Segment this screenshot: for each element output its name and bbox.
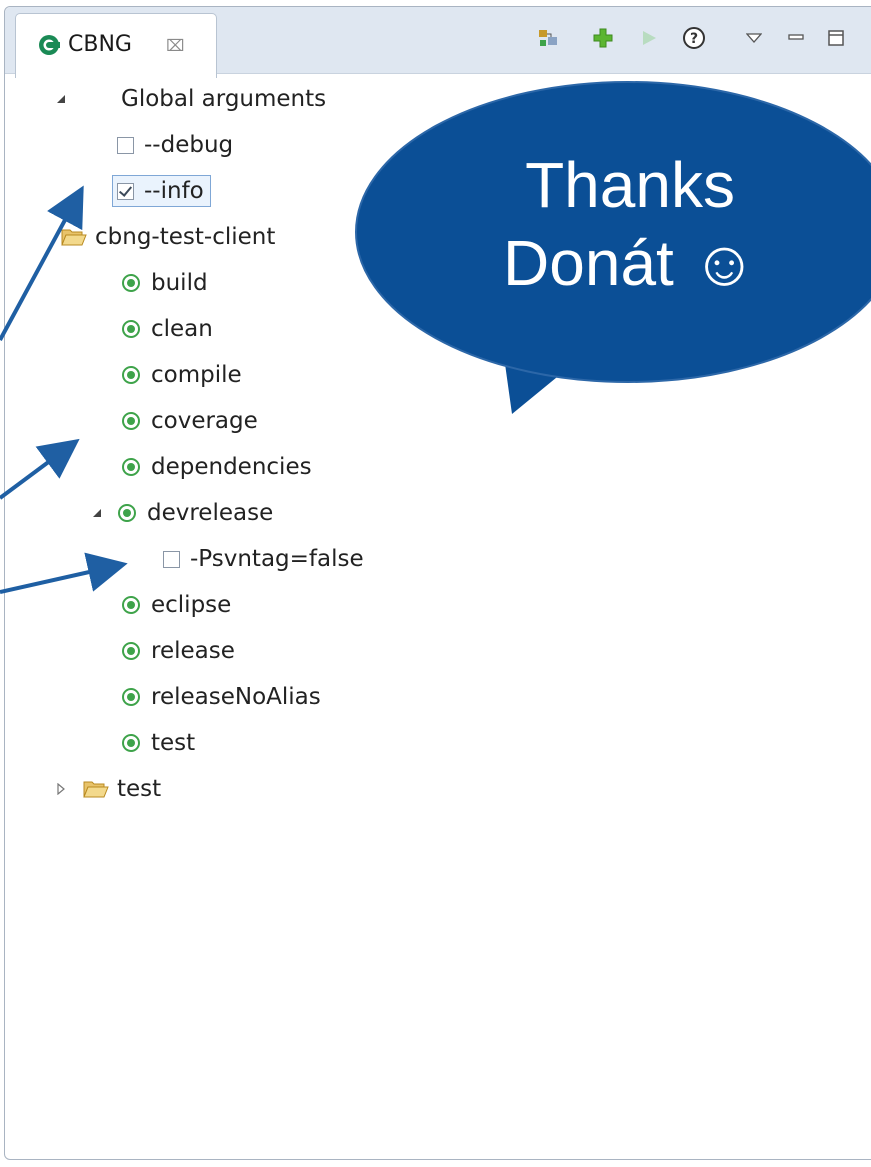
selected-item[interactable]: --info xyxy=(112,175,211,207)
tree-node-label: -Psvntag=false xyxy=(190,546,364,572)
tree-node-label: test xyxy=(117,776,162,802)
cbng-logo-icon xyxy=(39,35,60,55)
global-arg-debug[interactable]: --debug xyxy=(117,125,233,165)
tree-node-label: coverage xyxy=(151,408,258,434)
tree-node-label: clean xyxy=(151,316,213,342)
tree-node-cbng-test-client[interactable]: cbng-test-client xyxy=(61,217,275,257)
tree-node-test[interactable]: test xyxy=(53,769,161,809)
callout-line-2: Donát ☺ xyxy=(503,227,757,299)
task-compile[interactable]: compile xyxy=(121,355,242,395)
help-icon[interactable]: ? xyxy=(681,25,707,51)
task-icon xyxy=(122,596,140,614)
tree-node-label: cbng-test-client xyxy=(95,224,276,250)
task-icon xyxy=(122,734,140,752)
task-release[interactable]: release xyxy=(121,631,235,671)
debug-checkbox[interactable] xyxy=(117,136,134,154)
task-releasenoalias[interactable]: releaseNoAlias xyxy=(121,677,321,717)
task-dependencies[interactable]: dependencies xyxy=(121,447,312,487)
task-icon xyxy=(122,458,140,476)
psvntag-checkbox[interactable] xyxy=(163,550,180,568)
task-build[interactable]: build xyxy=(121,263,208,303)
run-icon[interactable] xyxy=(636,25,662,51)
callout-text: Thanks Donát ☺ xyxy=(420,146,840,302)
task-icon xyxy=(122,274,140,292)
view-menu-icon[interactable] xyxy=(741,25,767,51)
minimize-icon[interactable] xyxy=(783,25,809,51)
tree-node-label: dependencies xyxy=(151,454,312,480)
collapsed-triangle-icon[interactable] xyxy=(53,781,69,797)
task-clean[interactable]: clean xyxy=(121,309,213,349)
tree-node-label: release xyxy=(151,638,235,664)
close-icon[interactable]: ⌧ xyxy=(166,36,184,55)
add-argument-icon[interactable] xyxy=(590,25,616,51)
callout-line-1: Thanks xyxy=(525,149,735,221)
tree-node-label: --info xyxy=(144,178,204,204)
open-folder-icon xyxy=(83,781,109,798)
tab-title: CBNG xyxy=(68,32,132,57)
task-coverage[interactable]: coverage xyxy=(121,401,258,441)
task-eclipse[interactable]: eclipse xyxy=(121,585,231,625)
tree-node-label: test xyxy=(151,730,196,756)
tree-node-global-arguments[interactable]: Global arguments xyxy=(49,79,326,119)
task-icon xyxy=(122,688,140,706)
task-icon xyxy=(122,412,140,430)
task-test[interactable]: test xyxy=(121,723,195,763)
tree-node-label: Global arguments xyxy=(121,86,327,112)
expanded-triangle-icon[interactable] xyxy=(89,505,105,521)
task-devrelease[interactable]: devrelease xyxy=(89,493,273,533)
tab-cbng[interactable]: CBNG ⌧ xyxy=(15,13,217,78)
tree-node-label: build xyxy=(151,270,208,296)
task-icon xyxy=(122,366,140,384)
tree-node-label: devrelease xyxy=(147,500,274,526)
task-icon xyxy=(122,642,140,660)
task-arg-psvntag[interactable]: -Psvntag=false xyxy=(163,539,364,579)
tree-node-label: --debug xyxy=(144,132,234,158)
info-checkbox[interactable] xyxy=(117,182,134,200)
tree-node-label: eclipse xyxy=(151,592,232,618)
global-arg-info[interactable]: --info xyxy=(112,171,211,211)
tree-node-label: releaseNoAlias xyxy=(151,684,321,710)
expanded-triangle-icon[interactable] xyxy=(53,91,69,107)
tree-node-label: compile xyxy=(151,362,242,388)
open-folder-icon xyxy=(61,229,87,246)
add-project-icon[interactable] xyxy=(535,25,561,51)
maximize-icon[interactable] xyxy=(823,25,849,51)
view-tab-bar: CBNG ⌧ ? xyxy=(5,7,871,78)
task-icon xyxy=(122,320,140,338)
task-icon xyxy=(118,504,136,522)
svg-text:?: ? xyxy=(690,31,698,47)
